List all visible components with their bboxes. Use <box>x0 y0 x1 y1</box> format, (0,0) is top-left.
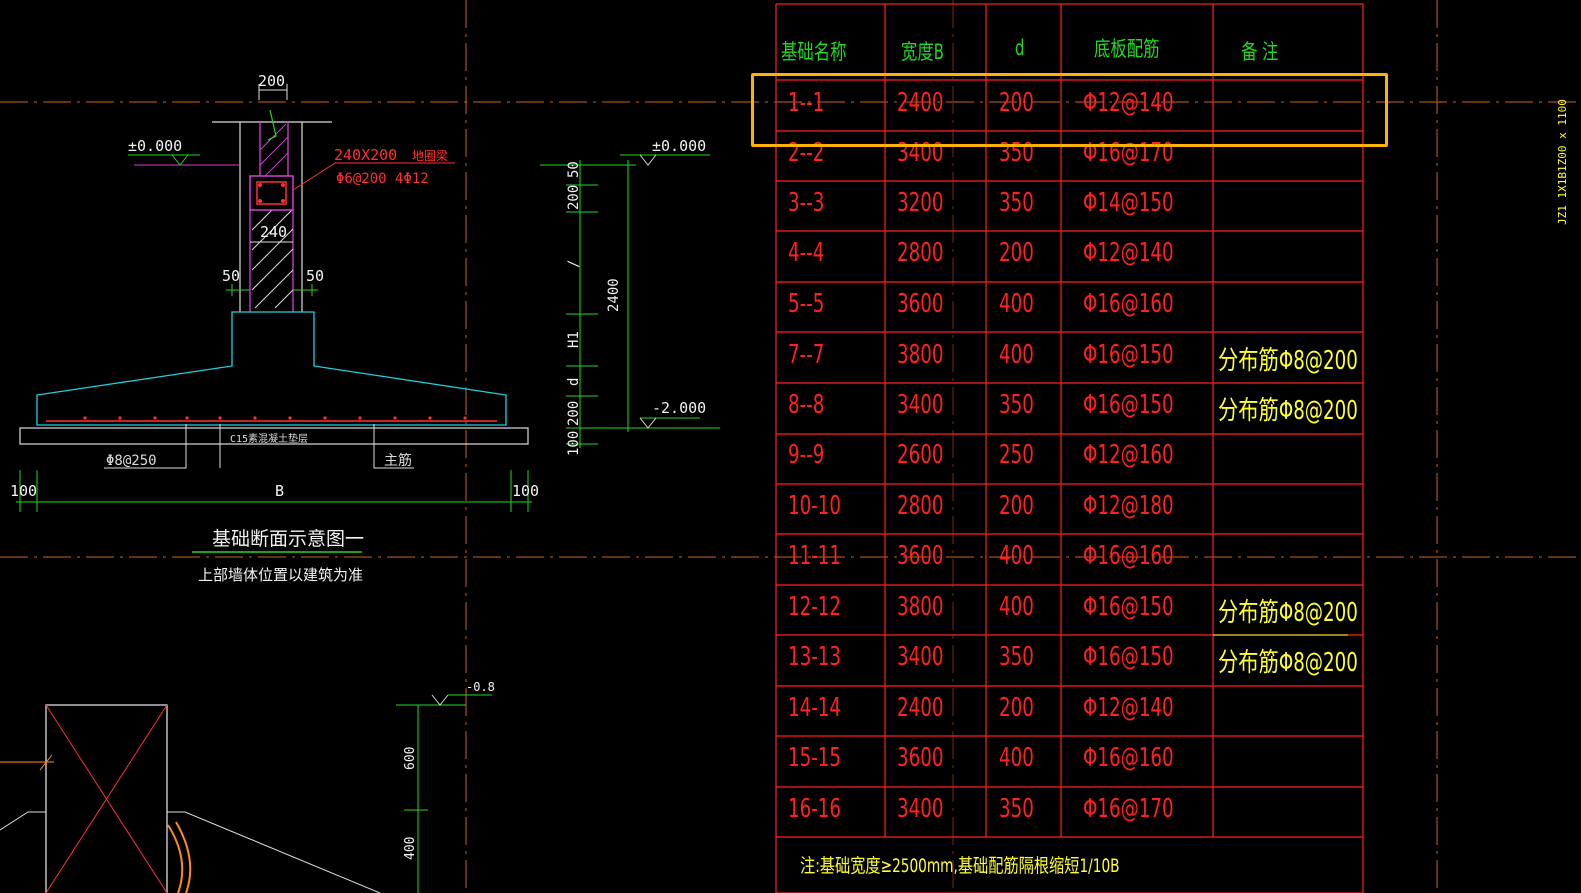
dim-edge-left: 100 <box>10 482 37 500</box>
cell-width: 2800 <box>897 238 944 268</box>
cell-name: 7--7 <box>788 340 825 370</box>
header-remark: 备 注 <box>1241 40 1279 64</box>
cell-name: 8--8 <box>788 390 825 420</box>
cushion-label: C15素混凝土垫层 <box>230 432 308 445</box>
dim-right-offset: 50 <box>306 267 324 285</box>
cell-rebar: Φ16@150 <box>1083 642 1174 672</box>
vdim-400: 400 <box>403 837 418 860</box>
cell-width: 2800 <box>897 491 944 521</box>
cell-name: 10-10 <box>788 491 842 521</box>
cell-d: 400 <box>999 743 1034 773</box>
cell-d: 250 <box>999 440 1034 470</box>
cell-d: 200 <box>999 693 1034 723</box>
vdim-H1: H1 <box>566 331 582 348</box>
cell-rebar: Φ16@170 <box>1083 794 1174 824</box>
dim-wall: 240 <box>260 223 287 241</box>
cell-width: 3600 <box>897 743 944 773</box>
vdim-200b: 200 <box>566 401 582 426</box>
cell-rebar: Φ12@140 <box>1083 238 1174 268</box>
cell-name: 11-11 <box>788 541 842 571</box>
dist-rebar-label: Φ8@250 <box>106 453 157 469</box>
header-rebar: 底板配筋 <box>1094 37 1160 61</box>
foundation-section-drawing[interactable]: 200 240X200 地圈梁 Φ6@200 4Φ12 ±0.000 240 5… <box>10 72 539 584</box>
dim-edge-right: 100 <box>512 482 539 500</box>
beam-label: 240X200 <box>334 146 397 164</box>
cell-name: 15-15 <box>788 743 842 773</box>
level-zero-right: ±0.000 <box>652 137 706 155</box>
cell-remark: 分布筋Φ8@200 <box>1218 396 1358 426</box>
level-pit: -0.8 <box>466 680 495 694</box>
cell-rebar: Φ12@160 <box>1083 440 1174 470</box>
cell-d: 350 <box>999 188 1034 218</box>
side-label: JZ1 1X1B1Z00 x 1100 <box>1556 99 1569 225</box>
cell-width: 3800 <box>897 340 944 370</box>
cell-rebar: Φ16@160 <box>1083 541 1174 571</box>
header-d: d <box>1015 36 1025 60</box>
cell-d: 200 <box>999 238 1034 268</box>
vertical-dimension-chain[interactable]: ±0.000 -2.000 50 200 / H1 d 200 100 2400 <box>540 137 720 456</box>
header-width: 宽度B <box>901 40 944 64</box>
vdim-d: d <box>566 378 582 386</box>
cell-width: 2400 <box>897 693 944 723</box>
cell-name: 9--9 <box>788 440 825 470</box>
cell-width: 3400 <box>897 390 944 420</box>
cell-width: 3800 <box>897 592 944 622</box>
vdim-200a: 200 <box>566 185 582 210</box>
cell-d: 400 <box>999 592 1034 622</box>
cell-name: 5--5 <box>788 289 825 319</box>
cell-name: 16-16 <box>788 794 842 824</box>
beam-rebar: Φ6@200 4Φ12 <box>336 171 429 187</box>
level-zero-left: ±0.000 <box>128 137 182 155</box>
cell-name: 14-14 <box>788 693 842 723</box>
cell-d: 350 <box>999 390 1034 420</box>
level-bottom: -2.000 <box>652 399 706 417</box>
cell-name: 3--3 <box>788 188 825 218</box>
vdim-100: 100 <box>566 431 582 456</box>
cell-remark: 分布筋Φ8@200 <box>1218 346 1358 376</box>
cell-d: 350 <box>999 794 1034 824</box>
cell-rebar: Φ12@140 <box>1083 693 1174 723</box>
cell-name: 4--4 <box>788 238 825 268</box>
pit-section-drawing[interactable]: -0.8 600 400 <box>0 680 495 893</box>
cell-rebar: Φ16@160 <box>1083 289 1174 319</box>
cell-width: 3400 <box>897 642 944 672</box>
section-title: 基础断面示意图一 <box>212 528 364 550</box>
cell-d: 400 <box>999 340 1034 370</box>
cell-width: 2600 <box>897 440 944 470</box>
vdim-50: 50 <box>566 161 582 178</box>
cell-rebar: Φ16@150 <box>1083 390 1174 420</box>
header-name: 基础名称 <box>781 40 847 64</box>
cell-remark: 分布筋Φ8@200 <box>1218 648 1358 678</box>
vdim-600: 600 <box>403 747 418 770</box>
vdim-total: 2400 <box>606 278 622 312</box>
cell-d: 400 <box>999 289 1034 319</box>
cell-name: 12-12 <box>788 592 842 622</box>
cell-width: 3400 <box>897 794 944 824</box>
cell-d: 200 <box>999 491 1034 521</box>
dim-top-width: 200 <box>258 72 285 90</box>
cell-name: 13-13 <box>788 642 842 672</box>
cell-remark: 分布筋Φ8@200 <box>1218 598 1358 628</box>
cell-width: 3600 <box>897 289 944 319</box>
beam-name: 地圈梁 <box>412 148 448 163</box>
cell-rebar: Φ12@180 <box>1083 491 1174 521</box>
cell-width: 3200 <box>897 188 944 218</box>
cell-rebar: Φ16@160 <box>1083 743 1174 773</box>
dim-B: B <box>275 482 284 500</box>
section-note: 上部墙体位置以建筑为准 <box>198 566 363 584</box>
cell-width: 3600 <box>897 541 944 571</box>
selected-row-highlight[interactable] <box>751 73 1388 147</box>
dim-left-offset: 50 <box>222 267 240 285</box>
cell-rebar: Φ16@150 <box>1083 592 1174 622</box>
cell-d: 400 <box>999 541 1034 571</box>
cell-rebar: Φ14@150 <box>1083 188 1174 218</box>
main-rebar-label: 主筋 <box>384 452 412 469</box>
table-footnote: 注:基础宽度≥2500mm,基础配筋隔根缩短1/10B <box>800 855 1120 877</box>
vdim-slash: / <box>566 260 582 268</box>
cell-rebar: Φ16@150 <box>1083 340 1174 370</box>
cell-d: 350 <box>999 642 1034 672</box>
